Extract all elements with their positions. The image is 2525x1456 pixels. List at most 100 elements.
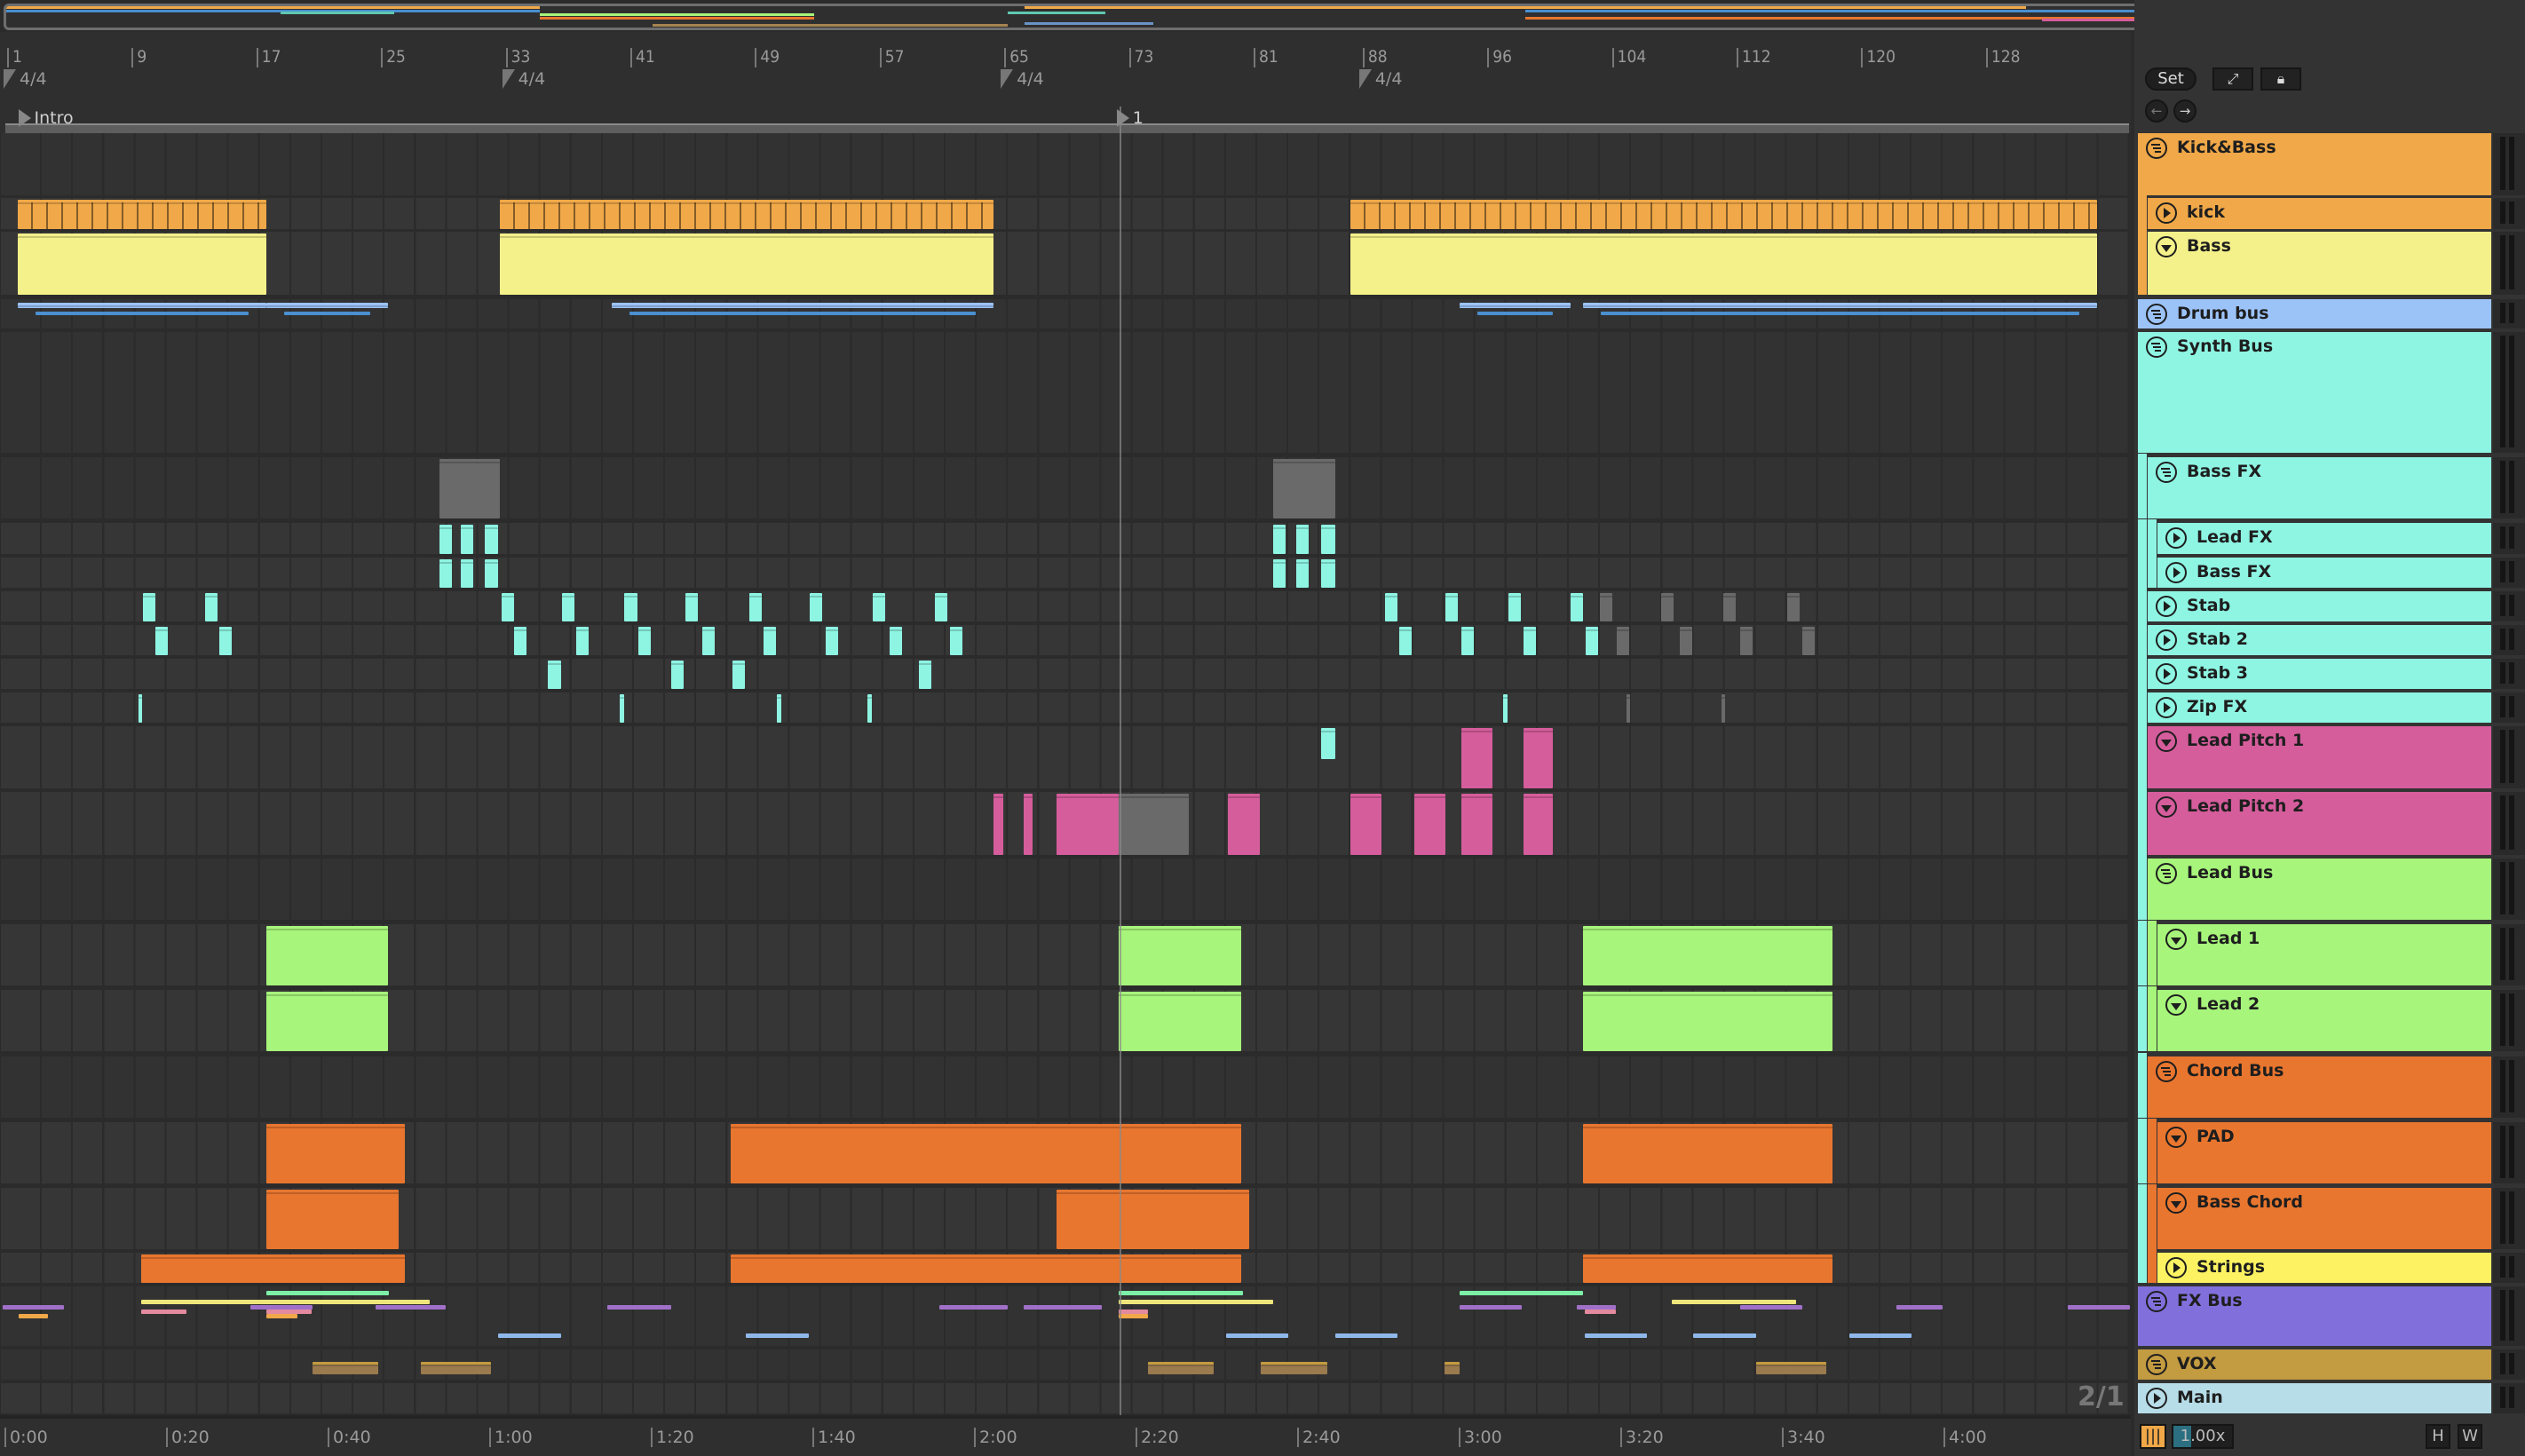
automation-clip[interactable]	[141, 1300, 431, 1304]
automation-clip[interactable]	[1118, 1300, 1273, 1304]
clip[interactable]	[1586, 627, 1599, 655]
track-name[interactable]: Chord Bus	[2187, 1061, 2284, 1080]
clip[interactable]	[1320, 525, 1335, 554]
clip[interactable]	[576, 627, 590, 655]
track-header[interactable]: PAD	[2138, 1119, 2491, 1183]
track-expanded-icon[interactable]	[2155, 795, 2178, 819]
clip[interactable]	[1740, 627, 1753, 655]
track-title-bar[interactable]: Lead FX	[2157, 523, 2491, 554]
clip[interactable]	[612, 303, 994, 308]
track-title-bar[interactable]: Stab 2	[2148, 625, 2491, 655]
automation-clip[interactable]	[141, 1310, 187, 1314]
group-fold-icon[interactable]	[2155, 862, 2178, 885]
track-title-bar[interactable]: VOX	[2138, 1349, 2491, 1380]
clip[interactable]	[624, 593, 637, 621]
clip[interactable]	[1660, 593, 1674, 621]
track-name[interactable]: Lead 1	[2197, 929, 2260, 948]
track-name[interactable]: Kick&Bass	[2177, 138, 2276, 157]
track-header[interactable]: kick	[2138, 194, 2491, 229]
clip[interactable]	[313, 1362, 379, 1374]
clip[interactable]	[1508, 593, 1521, 621]
clip[interactable]	[730, 1254, 1242, 1283]
clip[interactable]	[1414, 794, 1446, 855]
clip[interactable]	[1679, 627, 1692, 655]
clip[interactable]	[420, 1362, 491, 1374]
track-lane[interactable]	[0, 198, 2129, 229]
track-name[interactable]: Stab 2	[2187, 629, 2248, 649]
clip[interactable]	[934, 593, 947, 621]
clip[interactable]	[1582, 926, 1832, 985]
automation-clip[interactable]	[1896, 1305, 1943, 1310]
track-header[interactable]: Bass FX	[2138, 554, 2491, 588]
track-lane[interactable]	[0, 692, 2129, 723]
track-name[interactable]: Zip FX	[2187, 697, 2247, 716]
track-header[interactable]: Chord Bus	[2138, 1053, 2491, 1118]
clip[interactable]	[439, 525, 452, 554]
clip[interactable]	[1350, 200, 2097, 229]
track-lane[interactable]	[0, 299, 2129, 328]
automation-clip[interactable]	[375, 1305, 446, 1310]
track-lane[interactable]	[0, 792, 2129, 855]
clip[interactable]	[265, 1124, 405, 1183]
track-lane[interactable]	[0, 659, 2129, 689]
clip[interactable]	[513, 627, 526, 655]
waveform-icon[interactable]: |||	[2140, 1424, 2166, 1449]
lock-icon[interactable]: 🔒︎	[2260, 67, 2301, 91]
clip[interactable]	[1398, 627, 1412, 655]
track-title-bar[interactable]: Bass Chord	[2157, 1188, 2491, 1249]
clip[interactable]	[1600, 312, 2079, 315]
clip[interactable]	[1786, 593, 1800, 621]
track-lane[interactable]	[0, 1253, 2129, 1283]
track-header[interactable]: Stab	[2138, 588, 2491, 621]
clip[interactable]	[1272, 559, 1286, 588]
track-lane[interactable]	[0, 1349, 2129, 1380]
follow-icon[interactable]: ⤢	[2212, 67, 2253, 91]
clip[interactable]	[1118, 794, 1189, 855]
clip[interactable]	[1582, 1124, 1832, 1183]
clip[interactable]	[205, 593, 218, 621]
group-fold-icon[interactable]	[2155, 1060, 2178, 1083]
locator-marker[interactable]: Intro	[17, 107, 74, 130]
automation-clip[interactable]	[18, 1314, 49, 1318]
clip[interactable]	[1056, 1190, 1250, 1249]
group-fold-icon[interactable]	[2145, 137, 2168, 160]
track-title-bar[interactable]: Lead Pitch 2	[2148, 792, 2491, 855]
track-header[interactable]: FX Bus	[2138, 1286, 2491, 1346]
clip[interactable]	[265, 926, 388, 985]
arrow-left-icon[interactable]: ←	[2145, 99, 2168, 123]
clip[interactable]	[1477, 312, 1553, 315]
track-header[interactable]: Lead 1	[2138, 921, 2491, 985]
clip[interactable]	[143, 593, 156, 621]
track-name[interactable]: Main	[2177, 1388, 2223, 1407]
clip[interactable]	[1023, 794, 1033, 855]
track-expanded-icon[interactable]	[2155, 730, 2178, 753]
clip[interactable]	[1722, 593, 1736, 621]
track-expanded-icon[interactable]	[2165, 1126, 2188, 1149]
track-header[interactable]: Bass Chord	[2138, 1184, 2491, 1249]
clip[interactable]	[1460, 627, 1474, 655]
clip[interactable]	[763, 627, 776, 655]
track-name[interactable]: Bass	[2187, 236, 2231, 256]
clip[interactable]	[35, 312, 249, 315]
clip[interactable]	[732, 661, 745, 689]
track-title-bar[interactable]: Bass	[2148, 232, 2491, 295]
clip[interactable]	[265, 992, 388, 1051]
clip[interactable]	[825, 627, 838, 655]
track-lane[interactable]	[0, 1286, 2130, 1346]
clip[interactable]	[1626, 694, 1631, 723]
track-name[interactable]: VOX	[2177, 1354, 2217, 1373]
clip[interactable]	[1570, 593, 1583, 621]
track-lane[interactable]	[0, 523, 2129, 554]
track-header[interactable]: Lead 2	[2138, 986, 2491, 1051]
clip[interactable]	[562, 593, 575, 621]
clip[interactable]	[1755, 1362, 1826, 1374]
track-name[interactable]: Lead Pitch 1	[2187, 731, 2304, 750]
track-collapsed-icon[interactable]	[2165, 526, 2188, 550]
automation-clip[interactable]	[1740, 1305, 1803, 1310]
clip[interactable]	[1118, 992, 1242, 1051]
arrow-right-icon[interactable]: →	[2173, 99, 2197, 123]
track-name[interactable]: PAD	[2197, 1127, 2235, 1146]
track-name[interactable]: Strings	[2197, 1257, 2265, 1277]
clip[interactable]	[548, 661, 561, 689]
automation-clip[interactable]	[1118, 1291, 1244, 1295]
